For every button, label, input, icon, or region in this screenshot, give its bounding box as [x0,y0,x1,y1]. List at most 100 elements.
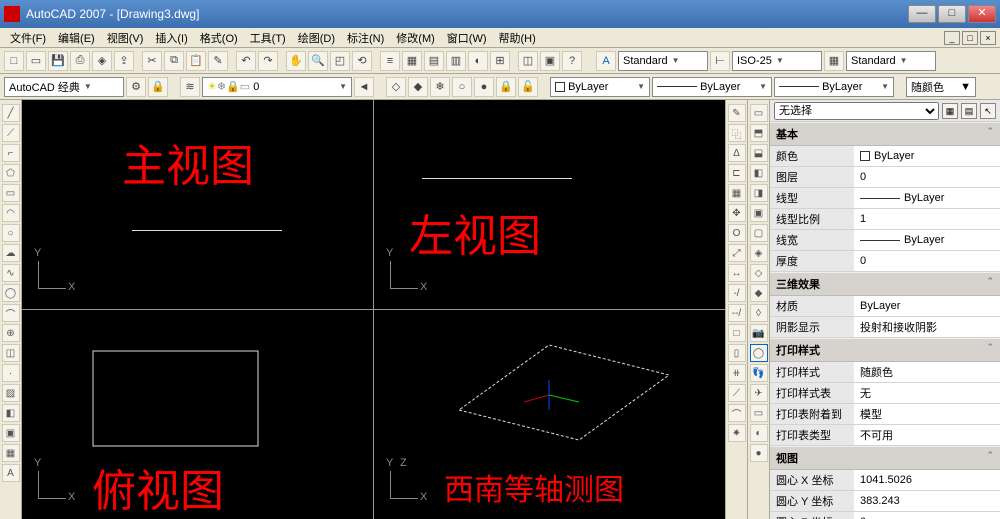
viewport-top[interactable]: 俯视图 YX [22,310,373,519]
minimize-button[interactable]: — [908,5,936,23]
prop-row[interactable]: 圆心 Y 坐标383.243 [770,491,1000,512]
prop-value[interactable]: ByLayer [854,146,1000,166]
table-style-combo[interactable]: Standard▼ [846,51,936,71]
prop-row[interactable]: 图层0 [770,167,1000,188]
prop-row[interactable]: 打印表附着到模型 [770,404,1000,425]
menu-insert[interactable]: 插入(I) [151,28,191,48]
makeblock-icon[interactable]: ◫ [2,344,20,362]
markup-icon[interactable]: ◐ [468,51,488,71]
help-icon[interactable]: ? [562,51,582,71]
gradient-icon[interactable]: ◧ [2,404,20,422]
pan-icon[interactable]: ✋ [286,51,306,71]
walk-icon[interactable]: 👣 [750,364,768,382]
top-view-icon[interactable]: ⬒ [750,124,768,142]
cleanscreen-icon[interactable]: ▣ [540,51,560,71]
sheetset-icon[interactable]: ▥ [446,51,466,71]
prop-value[interactable]: 0 [854,251,1000,271]
xline-icon[interactable]: ⟋ [2,124,20,142]
prop-row[interactable]: 圆心 Z 坐标0 [770,512,1000,519]
prop-value[interactable]: 随颜色 [854,362,1000,382]
textstyle-icon[interactable]: A [596,51,616,71]
workspace-settings-icon[interactable]: ⚙ [126,77,146,97]
stretch-icon[interactable]: ↔ [728,264,746,282]
ellipse-icon[interactable]: ◯ [2,284,20,302]
layer-prev-icon[interactable]: ◄ [354,77,374,97]
offset-icon[interactable]: ⊏ [728,164,746,182]
table-icon[interactable]: ▦ [2,444,20,462]
prop-row[interactable]: 打印样式表无 [770,383,1000,404]
explode-icon[interactable]: ✷ [728,424,746,442]
prop-value[interactable]: ByLayer [854,296,1000,316]
mdi-restore-button[interactable]: □ [962,31,978,45]
selectobj-icon[interactable]: ↖ [980,103,996,119]
menu-dimension[interactable]: 标注(N) [343,28,388,48]
menu-modify[interactable]: 修改(M) [392,28,439,48]
prop-row[interactable]: 打印样式随颜色 [770,362,1000,383]
new-icon[interactable]: □ [4,51,24,71]
ne-iso-icon[interactable]: ◆ [750,284,768,302]
bottom-view-icon[interactable]: ⬓ [750,144,768,162]
maximize-button[interactable]: □ [938,5,966,23]
point-icon[interactable]: · [2,364,20,382]
menu-help[interactable]: 帮助(H) [495,28,540,48]
prop-value[interactable]: ByLayer [854,230,1000,250]
spline-icon[interactable]: ∿ [2,264,20,282]
workspace-lock-icon[interactable]: 🔒 [148,77,168,97]
zoom-icon[interactable]: 🔍 [308,51,328,71]
layer-lock-icon[interactable]: 🔒 [496,77,516,97]
layer-manager-icon[interactable]: ≋ [180,77,200,97]
extend-icon[interactable]: --/ [728,304,746,322]
lineweight-combo[interactable]: ByLayer▼ [774,77,894,97]
layer-combo[interactable]: ☀❄🔒▭ 0▼ [202,77,352,97]
region-icon[interactable]: ▣ [2,424,20,442]
right-view-icon[interactable]: ◨ [750,184,768,202]
prop-value[interactable]: ByLayer [854,188,1000,208]
toolpalette-icon[interactable]: ▤ [424,51,444,71]
linetype-combo[interactable]: ByLayer▼ [652,77,772,97]
3dorbit-icon[interactable]: ◯ [750,344,768,362]
trim-icon[interactable]: -/ [728,284,746,302]
sw-iso-icon[interactable]: ◈ [750,244,768,262]
menu-view[interactable]: 视图(V) [103,28,148,48]
redo-icon[interactable]: ↷ [258,51,278,71]
dim-style-combo[interactable]: ISO-25▼ [732,51,822,71]
fillet-icon[interactable]: ⌒ [728,404,746,422]
front-view-icon[interactable]: ▣ [750,204,768,222]
prop-value[interactable]: 0 [854,167,1000,187]
mtext-icon[interactable]: A [2,464,20,482]
open-icon[interactable]: ▭ [26,51,46,71]
menu-edit[interactable]: 编辑(E) [54,28,99,48]
save-icon[interactable]: 💾 [48,51,68,71]
prop-value[interactable]: 无 [854,383,1000,403]
visual-hide-icon[interactable]: ◐ [750,424,768,442]
se-iso-icon[interactable]: ◇ [750,264,768,282]
menu-tools[interactable]: 工具(T) [246,28,290,48]
move-icon[interactable]: ✥ [728,204,746,222]
tablestyle-icon[interactable]: ▦ [824,51,844,71]
menu-draw[interactable]: 绘图(D) [294,28,339,48]
zoom-window-icon[interactable]: ◰ [330,51,350,71]
named-views-icon[interactable]: ▭ [750,104,768,122]
prop-row[interactable]: 材质ByLayer [770,296,1000,317]
mirror-icon[interactable]: Δ [728,144,746,162]
fly-icon[interactable]: ✈ [750,384,768,402]
text-style-combo[interactable]: Standard▼ [618,51,708,71]
array-icon[interactable]: ▦ [728,184,746,202]
circle-icon[interactable]: ○ [2,224,20,242]
viewport-left[interactable]: 左视图 YX [374,100,725,309]
visual-real-icon[interactable]: ● [750,444,768,462]
selection-combo[interactable]: 无选择 [774,102,939,120]
prop-row[interactable]: 颜色ByLayer [770,146,1000,167]
arc-icon[interactable]: ◠ [2,204,20,222]
back-view-icon[interactable]: ▢ [750,224,768,242]
left-view-icon[interactable]: ◧ [750,164,768,182]
camera-icon[interactable]: 📷 [750,324,768,342]
line-icon[interactable]: ╱ [2,104,20,122]
insert-icon[interactable]: ⊕ [2,324,20,342]
polygon-icon[interactable]: ⬠ [2,164,20,182]
erase-icon[interactable]: ✎ [728,104,746,122]
hatch-icon[interactable]: ▨ [2,384,20,402]
publish-icon[interactable]: ⇪ [114,51,134,71]
chamfer-icon[interactable]: ⟋ [728,384,746,402]
close-button[interactable]: ✕ [968,5,996,23]
